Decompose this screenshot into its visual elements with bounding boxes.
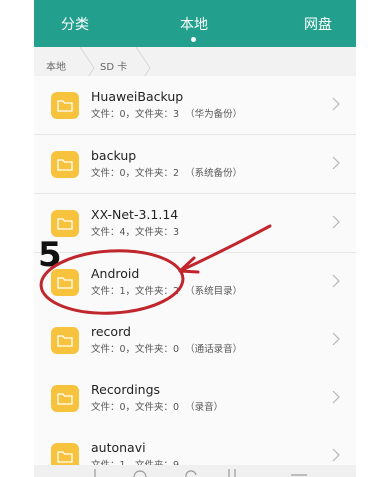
annotation-overlay [39, 224, 272, 315]
annotation-arrow [180, 224, 272, 272]
annotation-circle [39, 249, 185, 315]
